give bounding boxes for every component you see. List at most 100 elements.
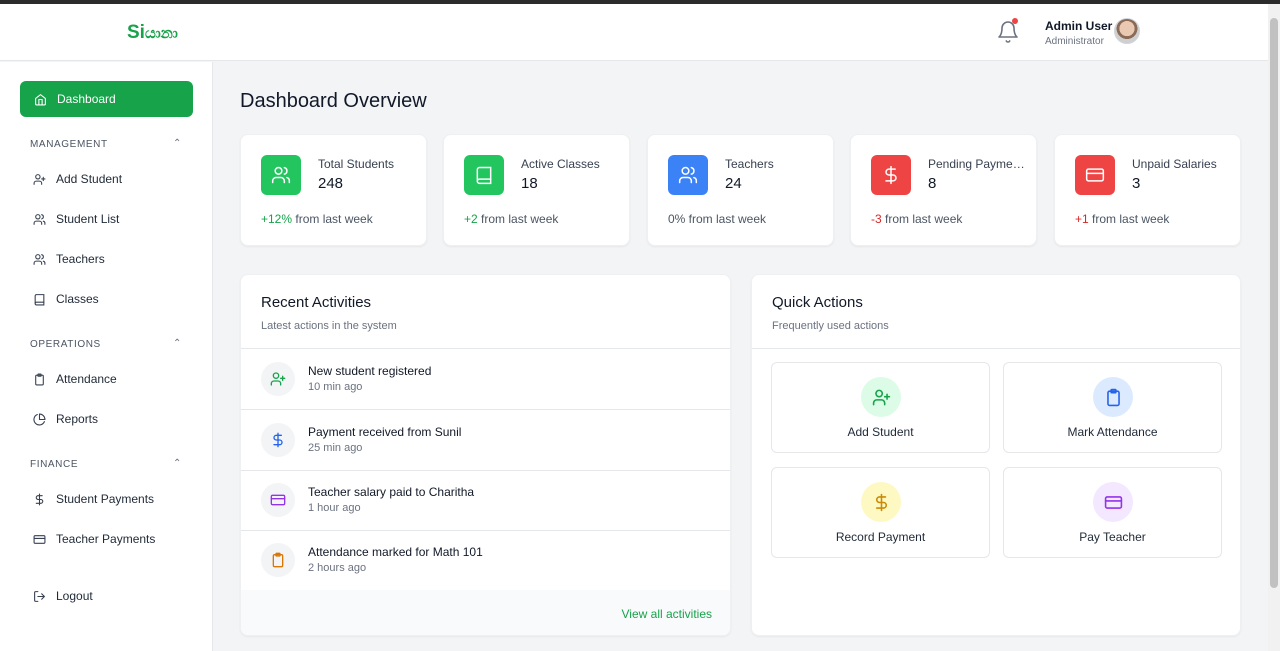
logo-prefix: Si <box>127 22 145 43</box>
section-title: MANAGEMENT <box>30 139 108 150</box>
dollar-icon <box>871 155 911 195</box>
stat-change-suffix: from last week <box>685 212 767 226</box>
scrollbar-thumb[interactable] <box>1270 18 1278 588</box>
activity-time: 25 min ago <box>308 442 363 454</box>
sidebar-item-student-payments[interactable]: Student Payments <box>20 484 193 514</box>
clipboard-icon <box>261 543 295 577</box>
sidebar: Dashboard MANAGEMENT ⌃ Add Student Studen… <box>0 62 213 651</box>
sidebar-item-teacher-payments[interactable]: Teacher Payments <box>20 524 193 554</box>
credit-card-icon <box>1075 155 1115 195</box>
sidebar-item-classes[interactable]: Classes <box>20 284 193 314</box>
stat-value: 3 <box>1132 175 1141 192</box>
activity-item[interactable]: New student registered 10 min ago <box>241 349 730 410</box>
section-finance[interactable]: FINANCE ⌃ <box>30 458 182 470</box>
users-icon <box>261 155 301 195</box>
quick-action-label: Record Payment <box>835 530 926 544</box>
view-all-activities-link[interactable]: View all activities <box>622 607 712 621</box>
activity-text: New student registered <box>308 364 432 378</box>
users-icon <box>668 155 708 195</box>
pie-chart-icon <box>33 413 46 426</box>
panel-subtitle: Latest actions in the system <box>261 320 397 332</box>
sidebar-item-dashboard[interactable]: Dashboard <box>20 81 193 117</box>
sidebar-item-teachers[interactable]: Teachers <box>20 244 193 274</box>
pay-teacher-button[interactable]: Pay Teacher <box>1003 467 1222 558</box>
activity-time: 10 min ago <box>308 381 363 393</box>
sidebar-item-label: Logout <box>56 589 93 603</box>
logout-button[interactable]: Logout <box>20 581 193 611</box>
activity-item[interactable]: Teacher salary paid to Charitha 1 hour a… <box>241 470 730 531</box>
add-student-button[interactable]: Add Student <box>771 362 990 453</box>
scrollbar[interactable] <box>1268 4 1280 651</box>
clipboard-icon <box>1093 377 1133 417</box>
stat-change: +12% from last week <box>261 212 373 226</box>
logo-rest: යානා <box>144 25 178 42</box>
activity-text: Payment received from Sunil <box>308 425 462 439</box>
sidebar-item-label: Attendance <box>56 372 117 386</box>
sidebar-item-attendance[interactable]: Attendance <box>20 364 193 394</box>
bell-icon[interactable] <box>996 18 1020 44</box>
section-title: FINANCE <box>30 459 79 470</box>
stat-value: 8 <box>928 175 937 192</box>
stat-change: 0% from last week <box>668 212 766 226</box>
stat-label: Unpaid Salaries <box>1132 157 1217 171</box>
section-management[interactable]: MANAGEMENT ⌃ <box>30 138 182 150</box>
sidebar-item-label: Student Payments <box>56 492 155 506</box>
users-icon <box>33 213 46 226</box>
sidebar-item-label: Reports <box>56 412 99 426</box>
user-plus-icon <box>861 377 901 417</box>
page-title: Dashboard Overview <box>240 90 427 112</box>
stat-change-value: +2 <box>464 212 478 226</box>
dollar-icon <box>861 482 901 522</box>
stat-change-value: +1 <box>1075 212 1089 226</box>
stat-card-unpaid-salaries: Unpaid Salaries 3 +1 from last week <box>1054 134 1241 246</box>
clipboard-icon <box>33 373 46 386</box>
activity-text: Attendance marked for Math 101 <box>308 545 483 559</box>
stat-card-total-students: Total Students 248 +12% from last week <box>240 134 427 246</box>
sidebar-item-add-student[interactable]: Add Student <box>20 164 193 194</box>
stat-value: 18 <box>521 175 538 192</box>
stat-value: 248 <box>318 175 344 192</box>
quick-action-label: Mark Attendance <box>1067 425 1158 439</box>
sidebar-item-reports[interactable]: Reports <box>20 404 193 434</box>
sidebar-item-student-list[interactable]: Student List <box>20 204 193 234</box>
avatar[interactable] <box>1114 18 1140 44</box>
chevron-up-icon: ⌃ <box>173 138 182 149</box>
activity-item[interactable]: Attendance marked for Math 101 2 hours a… <box>241 530 730 591</box>
stat-change-value: -3 <box>871 212 882 226</box>
user-plus-icon <box>33 173 46 186</box>
recent-activities-panel: Recent Activities Latest actions in the … <box>240 274 731 636</box>
section-title: OPERATIONS <box>30 339 101 350</box>
activity-time: 1 hour ago <box>308 502 361 514</box>
stat-label: Teachers <box>725 157 774 171</box>
mark-attendance-button[interactable]: Mark Attendance <box>1003 362 1222 453</box>
activity-text: Teacher salary paid to Charitha <box>308 485 475 499</box>
section-operations[interactable]: OPERATIONS ⌃ <box>30 338 182 350</box>
dollar-icon <box>33 493 46 506</box>
sidebar-item-label: Add Student <box>56 172 123 186</box>
stat-label: Pending Payments <box>928 157 1026 171</box>
quick-action-label: Add Student <box>847 425 914 439</box>
stat-change-suffix: from last week <box>881 212 963 226</box>
stat-change: -3 from last week <box>871 212 962 226</box>
panel-subtitle: Frequently used actions <box>772 320 889 332</box>
user-menu[interactable]: Admin User Administrator <box>1045 19 1112 47</box>
activity-time: 2 hours ago <box>308 562 367 574</box>
panel-footer: View all activities <box>241 590 730 635</box>
app-logo[interactable]: Siයානා <box>127 22 178 44</box>
stat-change-suffix: from last week <box>477 212 559 226</box>
stat-change-value: +12% <box>261 212 293 226</box>
sidebar-item-label: Dashboard <box>57 92 116 106</box>
stat-value: 24 <box>725 175 742 192</box>
user-name: Admin User <box>1045 19 1113 33</box>
stat-change-value: 0% <box>668 212 686 226</box>
stat-label: Active Classes <box>521 157 600 171</box>
activity-item[interactable]: Payment received from Sunil 25 min ago <box>241 410 730 471</box>
top-header: Siයානා Admin User Administrator <box>0 4 1268 61</box>
sidebar-item-label: Student List <box>56 212 120 226</box>
sidebar-item-label: Teachers <box>56 252 105 266</box>
book-icon <box>464 155 504 195</box>
panel-header: Recent Activities Latest actions in the … <box>241 275 730 349</box>
stat-card-active-classes: Active Classes 18 +2 from last week <box>443 134 630 246</box>
panel-title: Quick Actions <box>772 294 863 311</box>
record-payment-button[interactable]: Record Payment <box>771 467 990 558</box>
